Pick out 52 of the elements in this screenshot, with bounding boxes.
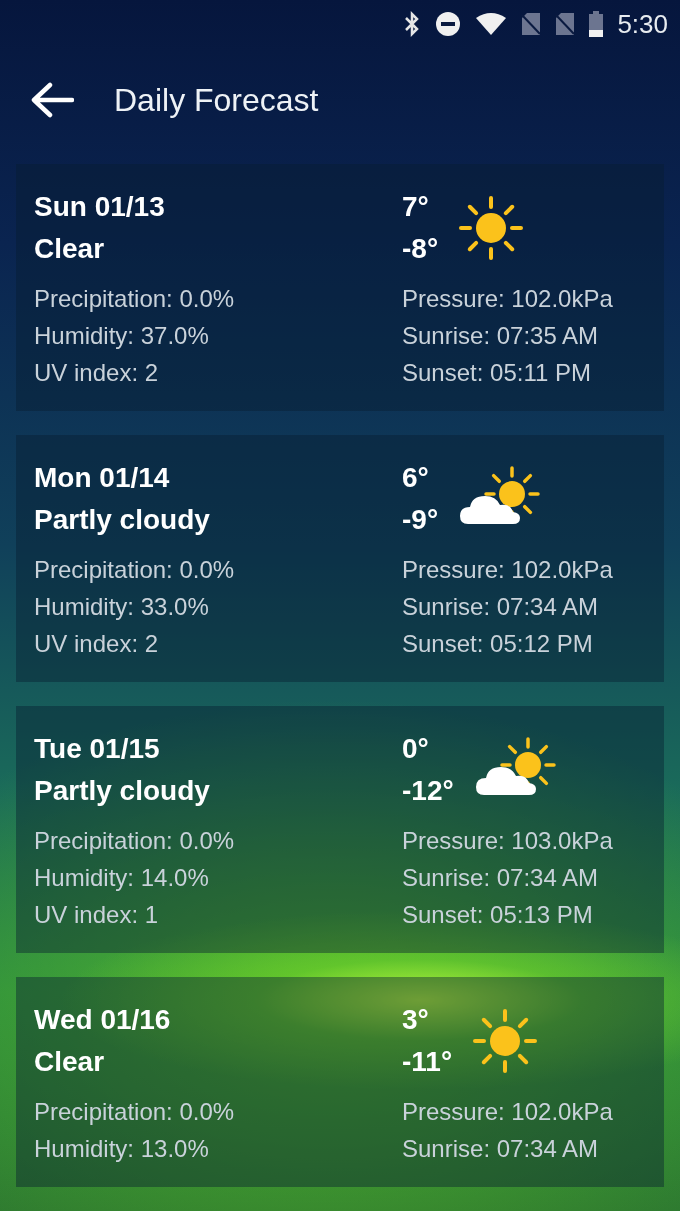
back-button[interactable] (30, 82, 74, 118)
forecast-date: Sun 01/13 (34, 190, 166, 224)
weather-detail: Sunset: 05:11 PM (402, 358, 592, 388)
do-not-disturb-icon (435, 11, 462, 37)
sun-icon (472, 1008, 539, 1074)
weather-detail: Precipitation: 0.0% (34, 826, 236, 856)
no-sim-icon (521, 12, 542, 36)
weather-detail: Humidity: 37.0% (34, 321, 210, 351)
weather-detail: Sunrise: 07:34 AM (402, 1134, 600, 1164)
forecast-card[interactable]: Wed 01/16 Clear Precipitation: 0.0% Humidity: 13.0% 3° -11° Pressure: 102.0kPa Sunrise: 07:34 AM (16, 977, 664, 1187)
high-temperature: 3° (402, 1003, 430, 1037)
weather-detail: Humidity: 14.0% (34, 863, 210, 893)
wifi-icon (475, 12, 508, 36)
weather-detail: Pressure: 103.0kPa (402, 826, 614, 856)
low-temperature: -9° (402, 503, 439, 537)
low-temperature: -11° (402, 1045, 453, 1079)
weather-detail: Pressure: 102.0kPa (402, 555, 614, 585)
weather-detail: Sunset: 05:13 PM (402, 900, 594, 930)
weather-condition: Partly cloudy (34, 774, 211, 808)
high-temperature: 0° (402, 732, 430, 766)
forecast-date: Tue 01/15 (34, 732, 161, 766)
battery-icon (589, 11, 604, 37)
forecast-card[interactable]: Sun 01/13 Clear Precipitation: 0.0% Humidity: 37.0% UV index: 2 7° -8° Pressure: 102.0kPa Sunrise: 07:35 AM Sunset: 05:11 PM (16, 164, 664, 411)
high-temperature: 6° (402, 461, 430, 495)
weather-detail: UV index: 1 (34, 900, 160, 930)
weather-detail: Precipitation: 0.0% (34, 284, 236, 314)
no-sim-icon (555, 12, 576, 36)
low-temperature: -12° (402, 774, 454, 808)
sun-icon (458, 195, 525, 261)
weather-detail: Sunset: 05:12 PM (402, 629, 594, 659)
weather-detail: Pressure: 102.0kPa (402, 284, 614, 314)
weather-detail: UV index: 2 (34, 629, 160, 659)
low-temperature: -8° (402, 232, 439, 266)
weather-detail: Humidity: 13.0% (34, 1134, 210, 1164)
weather-condition: Clear (34, 1045, 106, 1079)
weather-detail: Humidity: 33.0% (34, 592, 210, 622)
weather-detail: Sunrise: 07:34 AM (402, 863, 600, 893)
weather-detail: Sunrise: 07:35 AM (402, 321, 600, 351)
clock-time: 5:30 (617, 8, 668, 40)
weather-detail: Precipitation: 0.0% (34, 555, 236, 585)
weather-detail: Precipitation: 0.0% (34, 1097, 236, 1127)
high-temperature: 7° (402, 190, 430, 224)
weather-condition: Clear (34, 232, 106, 266)
weather-detail: UV index: 2 (34, 358, 160, 388)
forecast-card[interactable]: Mon 01/14 Partly cloudy Precipitation: 0.0% Humidity: 33.0% UV index: 2 6° -9° Pressure: 102.0kPa Sunrise: 07:34 AM Sunset: 05:12 PM (16, 435, 664, 682)
weather-detail: Pressure: 102.0kPa (402, 1097, 614, 1127)
forecast-card[interactable]: Tue 01/15 Partly cloudy Precipitation: 0.0% Humidity: 14.0% UV index: 1 0° -12° Pressure: 103.0kPa Sunrise: 07:34 AM Sunset: 05:13 PM (16, 706, 664, 953)
weather-condition: Partly cloudy (34, 503, 211, 537)
forecast-date: Mon 01/14 (34, 461, 171, 495)
forecast-date: Wed 01/16 (34, 1003, 172, 1037)
weather-detail: Sunrise: 07:34 AM (402, 592, 600, 622)
page-title: Daily Forecast (114, 81, 319, 119)
